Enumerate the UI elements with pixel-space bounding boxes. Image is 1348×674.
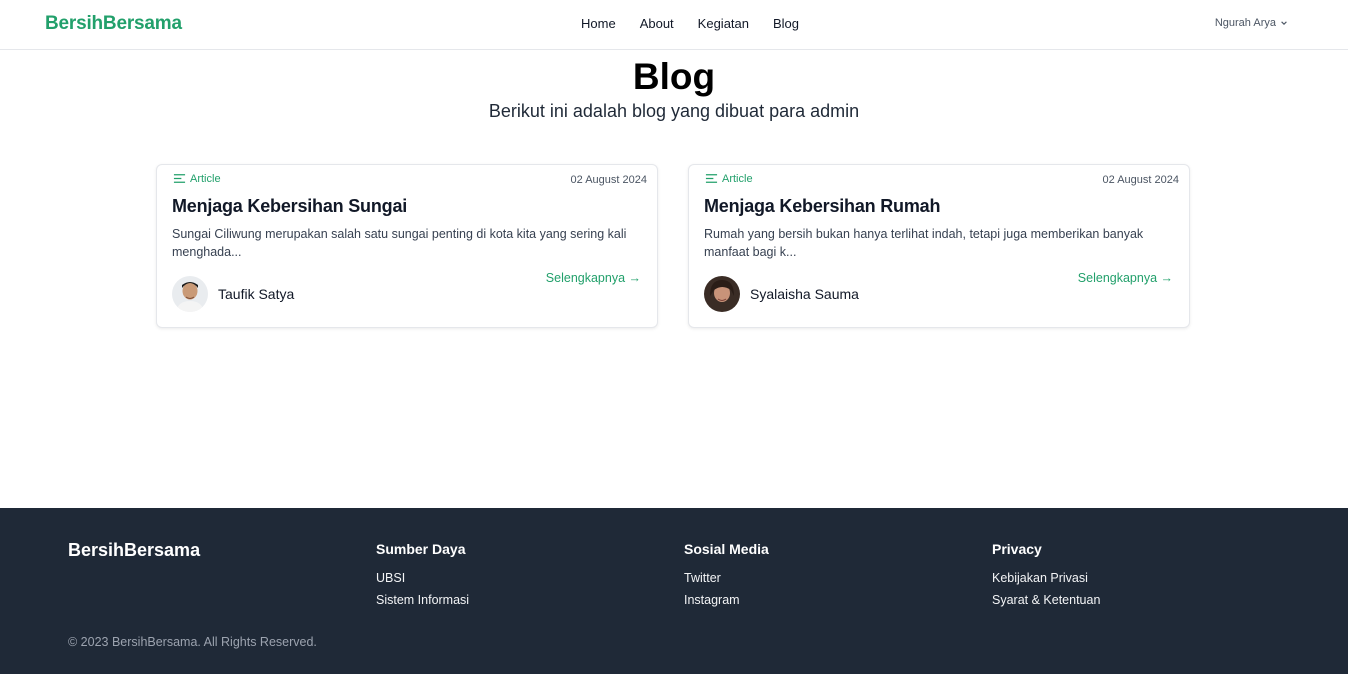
- nav-links: Home About Kegiatan Blog: [581, 16, 799, 31]
- brand-logo[interactable]: BersihBersama: [45, 13, 182, 35]
- author-name: Syalaisha Sauma: [750, 286, 859, 302]
- post-title[interactable]: Menjaga Kebersihan Rumah: [704, 196, 940, 217]
- post-title[interactable]: Menjaga Kebersihan Sungai: [172, 196, 407, 217]
- footer-brand: BersihBersama: [68, 540, 201, 560]
- footer: BersihBersama Sumber Daya UBSI Sistem In…: [0, 508, 1348, 674]
- read-more-link[interactable]: Selengkapnya →: [1078, 271, 1173, 285]
- footer-column-privacy: Privacy Kebijakan Privasi Syarat & Keten…: [992, 541, 1100, 615]
- footer-link-sistem-informasi[interactable]: Sistem Informasi: [376, 593, 469, 607]
- author-name: Taufik Satya: [218, 286, 295, 302]
- lines-icon: [173, 174, 186, 183]
- copyright-text: © 2023 BersihBersama. All Rights Reserve…: [68, 635, 317, 649]
- user-name: Ngurah Arya: [1214, 17, 1276, 29]
- nav-link-home[interactable]: Home: [581, 16, 616, 31]
- nav-link-about[interactable]: About: [640, 16, 674, 31]
- footer-column-sosial-media: Sosial Media Twitter Instagram: [684, 541, 769, 615]
- article-tag: Article: [705, 172, 753, 185]
- avatar: [172, 276, 208, 312]
- avatar: [704, 276, 740, 312]
- footer-column-sumber-daya: Sumber Daya UBSI Sistem Informasi: [376, 541, 469, 615]
- page-title: Blog: [632, 56, 716, 97]
- nav-link-blog[interactable]: Blog: [773, 16, 799, 31]
- footer-link-twitter[interactable]: Twitter: [684, 571, 769, 585]
- read-more-link[interactable]: Selengkapnya →: [546, 271, 641, 285]
- post-date: 02 August 2024: [1102, 174, 1179, 186]
- post-excerpt: Sungai Ciliwung merupakan salah satu sun…: [172, 227, 627, 259]
- footer-link-ubsi[interactable]: UBSI: [376, 571, 469, 585]
- post-author: Syalaisha Sauma: [704, 276, 859, 312]
- footer-heading: Sosial Media: [684, 541, 769, 557]
- footer-link-kebijakan-privasi[interactable]: Kebijakan Privasi: [992, 571, 1100, 585]
- footer-heading: Sumber Daya: [376, 541, 466, 557]
- lines-icon: [705, 174, 718, 183]
- nav-link-kegiatan[interactable]: Kegiatan: [698, 16, 749, 31]
- article-tag: Article: [173, 172, 221, 185]
- tag-label: Article: [190, 172, 221, 185]
- footer-heading: Privacy: [992, 541, 1042, 557]
- blog-card: Article 02 August 2024 Menjaga Kebersiha…: [688, 164, 1190, 328]
- chevron-down-icon: [1281, 21, 1287, 25]
- footer-link-instagram[interactable]: Instagram: [684, 593, 769, 607]
- post-date: 02 August 2024: [570, 174, 647, 186]
- blog-card: Article 02 August 2024 Menjaga Kebersiha…: [156, 164, 658, 328]
- navbar: BersihBersama Home About Kegiatan Blog N…: [0, 0, 1348, 50]
- post-author: Taufik Satya: [172, 276, 294, 312]
- tag-label: Article: [722, 172, 753, 185]
- user-menu[interactable]: Ngurah Arya: [1215, 17, 1288, 29]
- post-excerpt: Rumah yang bersih bukan hanya terlihat i…: [704, 227, 1144, 259]
- footer-link-syarat-ketentuan[interactable]: Syarat & Ketentuan: [992, 593, 1100, 607]
- page-subtitle: Berikut ini adalah blog yang dibuat para…: [488, 101, 860, 121]
